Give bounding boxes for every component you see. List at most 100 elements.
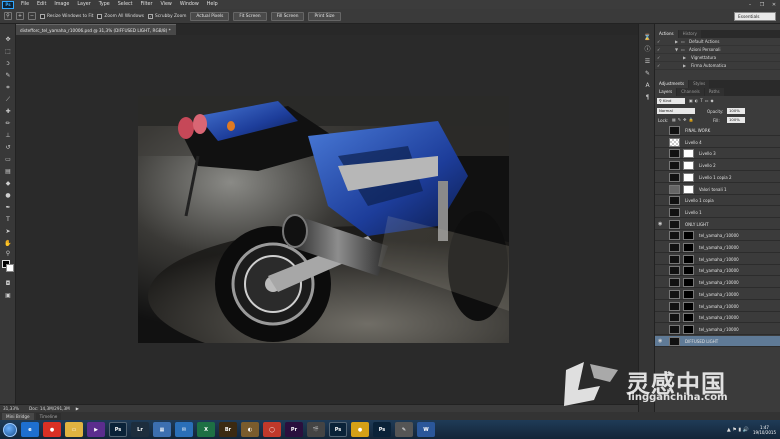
menu-help[interactable]: Help: [203, 2, 222, 7]
layer-thumbnail[interactable]: [669, 137, 680, 147]
taskbar-app-icon[interactable]: ◐: [241, 422, 259, 437]
layer-mask-thumbnail[interactable]: [683, 289, 694, 299]
expand-triangle-icon[interactable]: ▶: [683, 54, 686, 62]
eraser-tool-icon[interactable]: ▭: [4, 156, 12, 164]
scrubby-zoom-checkbox[interactable]: ✓ Scrubby Zoom: [148, 13, 186, 19]
tab-paths[interactable]: Paths: [704, 88, 724, 96]
layer-thumbnail[interactable]: [669, 207, 680, 217]
pen-tool-icon[interactable]: ✒: [4, 204, 12, 212]
action-row[interactable]: ✓ ▶ Vignettatura: [655, 54, 780, 62]
layer-thumbnail[interactable]: [669, 324, 680, 334]
properties-panel-icon[interactable]: ☰: [643, 58, 652, 66]
opacity-input[interactable]: 100%: [727, 108, 745, 114]
blur-tool-icon[interactable]: ◆: [4, 180, 12, 188]
expand-triangle-icon[interactable]: ▼: [675, 46, 678, 54]
taskbar-app-icon[interactable]: Br: [219, 422, 237, 437]
tab-styles[interactable]: Styles: [689, 80, 710, 88]
layer-row[interactable]: tel_yamaha_r10000: [655, 288, 780, 300]
restore-icon[interactable]: ❐: [758, 2, 766, 8]
layer-row[interactable]: ◉ ONLY LIGHT: [655, 218, 780, 230]
tab-actions[interactable]: Actions: [655, 30, 678, 38]
action-check-icon[interactable]: ✓: [657, 54, 660, 62]
taskbar-app-icon[interactable]: 🎬: [307, 422, 325, 437]
layer-filter-kind-select[interactable]: ⚲ Kind: [657, 98, 685, 104]
layer-row[interactable]: tel_yamaha_r10000: [655, 323, 780, 335]
gradient-tool-icon[interactable]: ▤: [4, 168, 12, 176]
lasso-tool-icon[interactable]: ↄ: [4, 60, 12, 68]
layer-mask-thumbnail[interactable]: [683, 243, 694, 252]
zoom-level[interactable]: 31,33%: [3, 406, 23, 411]
minimize-icon[interactable]: –: [746, 2, 754, 8]
marquee-tool-icon[interactable]: ⬚: [4, 48, 12, 56]
tab-history[interactable]: History: [678, 30, 701, 38]
print-size-button[interactable]: Print Size: [308, 11, 341, 21]
visibility-eye-icon[interactable]: [658, 267, 664, 273]
taskbar-app-icon[interactable]: Ps: [329, 422, 347, 437]
zoom-in-icon[interactable]: +: [16, 12, 24, 20]
document-tab[interactable]: distefforc_tel_yamaha_r10006.psd @ 31,3%…: [16, 24, 176, 35]
menu-window[interactable]: Window: [176, 2, 203, 7]
layer-mask-thumbnail[interactable]: [683, 278, 694, 288]
layer-row[interactable]: ◉ DIFFUSED LIGHT: [655, 335, 780, 347]
taskbar-app-icon[interactable]: ●: [43, 422, 61, 437]
background-color-swatch[interactable]: [6, 264, 14, 272]
layer-thumbnail[interactable]: [669, 219, 680, 229]
zoom-all-windows-checkbox[interactable]: Zoom All Windows: [97, 13, 144, 19]
layer-thumbnail[interactable]: [669, 161, 680, 171]
layer-row[interactable]: Livello 4: [655, 136, 780, 148]
fill-input[interactable]: 100%: [727, 117, 745, 123]
menu-file[interactable]: File: [17, 2, 33, 7]
clone-stamp-tool-icon[interactable]: ⊥: [4, 132, 12, 140]
menu-filter[interactable]: Filter: [137, 2, 157, 7]
layer-thumbnail[interactable]: [669, 336, 680, 346]
actual-pixels-button[interactable]: Actual Pixels: [190, 11, 230, 21]
layer-filter-icons[interactable]: ▣◐T▭◆: [689, 98, 716, 103]
action-check-icon[interactable]: ✓: [657, 62, 660, 70]
layer-row[interactable]: tel_yamaha_r10000: [655, 230, 780, 242]
taskbar-app-icon[interactable]: ✎: [395, 422, 413, 437]
tab-channels[interactable]: Channels: [677, 88, 704, 96]
zoom-tool-icon[interactable]: ⚲: [4, 12, 12, 20]
menu-layer[interactable]: Layer: [73, 2, 94, 7]
move-tool-icon[interactable]: ✥: [4, 36, 12, 44]
layer-row[interactable]: Valori tonali 1: [655, 183, 780, 195]
status-menu-arrow-icon[interactable]: ▶: [76, 406, 79, 411]
action-set-row[interactable]: ✓ ▼ ▭ Azioni Personali: [655, 46, 780, 54]
layer-thumbnail[interactable]: [669, 313, 680, 323]
resize-windows-checkbox[interactable]: Resize Windows to Fit: [40, 13, 93, 19]
layer-row[interactable]: tel_yamaha_r10000: [655, 265, 780, 277]
layer-row[interactable]: Livello 3: [655, 148, 780, 160]
zoom-out-icon[interactable]: −: [28, 12, 36, 20]
layer-thumbnail[interactable]: [669, 196, 680, 206]
fit-screen-button[interactable]: Fit Screen: [233, 11, 267, 21]
taskbar-app-icon[interactable]: ▶: [87, 422, 105, 437]
menu-select[interactable]: Select: [114, 2, 137, 7]
visibility-eye-icon[interactable]: [658, 150, 664, 156]
layer-thumbnail[interactable]: [669, 301, 680, 311]
layer-row[interactable]: tel_yamaha_r10000: [655, 277, 780, 289]
layer-mask-thumbnail[interactable]: [683, 266, 694, 276]
eyedropper-tool-icon[interactable]: ⟋: [4, 96, 12, 104]
layer-row[interactable]: Livello 1: [655, 206, 780, 218]
brush-panel-icon[interactable]: ✎: [643, 70, 652, 78]
action-check-icon[interactable]: ✓: [657, 46, 660, 54]
taskbar-app-icon[interactable]: ▭: [65, 422, 83, 437]
layer-mask-thumbnail[interactable]: [683, 231, 694, 241]
taskbar-app-icon[interactable]: W: [417, 422, 435, 437]
crop-tool-icon[interactable]: ⌗: [4, 84, 12, 92]
layer-thumbnail[interactable]: [669, 289, 680, 299]
layer-thumbnail[interactable]: [669, 278, 680, 288]
visibility-eye-icon[interactable]: ◉: [658, 221, 664, 227]
visibility-eye-icon[interactable]: [658, 127, 664, 133]
visibility-eye-icon[interactable]: [658, 186, 664, 192]
taskbar-app-icon[interactable]: Ps: [373, 422, 391, 437]
visibility-eye-icon[interactable]: [658, 162, 664, 168]
history-brush-tool-icon[interactable]: ↺: [4, 144, 12, 152]
visibility-eye-icon[interactable]: [658, 279, 664, 285]
menu-view[interactable]: View: [156, 2, 175, 7]
tab-timeline[interactable]: Timeline: [35, 412, 62, 420]
action-row[interactable]: ✓ ▶ Firma Automatica: [655, 62, 780, 70]
hand-tool-icon[interactable]: ✋: [4, 240, 12, 248]
visibility-eye-icon[interactable]: [658, 314, 664, 320]
info-panel-icon[interactable]: ⓘ: [643, 46, 652, 54]
